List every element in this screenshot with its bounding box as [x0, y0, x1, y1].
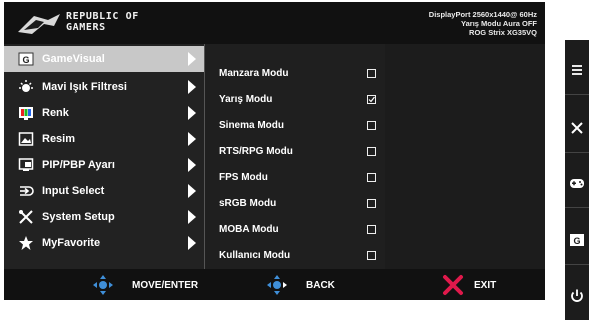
system-setup-icon	[19, 210, 33, 224]
status-model-line: ROG Strix XG35VQ	[469, 28, 537, 37]
checkbox[interactable]	[367, 225, 376, 234]
checkbox[interactable]	[367, 251, 376, 260]
move-enter-icon	[93, 275, 113, 295]
submenu-item-manzara[interactable]: Manzara Modu	[205, 60, 385, 86]
menu-button[interactable]	[565, 50, 589, 88]
gamevisual-submenu: Manzara Modu Yarış Modu Sinema Modu RTS/…	[204, 44, 386, 269]
checkbox[interactable]	[367, 199, 376, 208]
submenu-item-yaris[interactable]: Yarış Modu	[205, 86, 385, 112]
back-label: BACK	[306, 280, 335, 291]
checkbox[interactable]	[367, 121, 376, 130]
gamepad-icon	[570, 179, 584, 188]
submenu-label: Sinema Modu	[219, 120, 285, 131]
close-button[interactable]	[565, 108, 589, 146]
checkbox[interactable]	[367, 147, 376, 156]
gamevisual-icon: G	[18, 52, 34, 66]
chevron-right-icon	[188, 210, 196, 224]
menu-item-input-select[interactable]: Input Select	[4, 178, 204, 204]
menu-label: Mavi Işık Filtresi	[42, 81, 127, 93]
svg-text:G: G	[573, 236, 580, 246]
move-enter-label: MOVE/ENTER	[132, 280, 199, 291]
menu-item-blue-light[interactable]: Mavi Işık Filtresi	[4, 74, 204, 100]
menu-item-gamevisual[interactable]: G GameVisual	[4, 46, 204, 72]
submenu-item-sinema[interactable]: Sinema Modu	[205, 112, 385, 138]
separator	[565, 94, 589, 95]
input-select-icon	[20, 186, 34, 196]
chevron-right-icon	[188, 106, 196, 120]
checkbox[interactable]	[367, 69, 376, 78]
osd-window: REPUBLIC OF GAMERS DisplayPort 2560x1440…	[4, 2, 545, 300]
brand-name: REPUBLIC OF GAMERS	[66, 11, 139, 33]
menu-item-color[interactable]: Renk	[4, 100, 204, 126]
menu-item-image[interactable]: Resim	[4, 126, 204, 152]
brand-line-2: GAMERS	[66, 22, 106, 33]
checkmark-icon	[368, 96, 375, 103]
menu-icon	[572, 65, 582, 75]
submenu-label: Kullanıcı Modu	[219, 250, 291, 261]
menu-item-myfavorite[interactable]: MyFavorite	[4, 230, 204, 256]
image-icon	[18, 132, 34, 146]
detail-panel	[385, 44, 545, 269]
power-button[interactable]	[565, 276, 589, 314]
submenu-label: MOBA Modu	[219, 224, 279, 235]
chevron-right-icon	[188, 158, 196, 172]
submenu-item-rts-rpg[interactable]: RTS/RPG Modu	[205, 138, 385, 164]
brand-line-1: REPUBLIC OF	[66, 11, 139, 22]
osd-header: REPUBLIC OF GAMERS DisplayPort 2560x1440…	[4, 2, 545, 44]
osd-footer: MOVE/ENTER BACK EXIT	[4, 269, 545, 300]
menu-label: PIP/PBP Ayarı	[42, 159, 115, 171]
chevron-right-icon	[188, 236, 196, 250]
separator	[565, 152, 589, 153]
submenu-item-srgb[interactable]: sRGB Modu	[205, 190, 385, 216]
status-mode-line: Yarış Modu Aura OFF	[461, 19, 537, 28]
submenu-label: sRGB Modu	[219, 198, 277, 209]
power-icon	[571, 289, 583, 302]
back-icon	[267, 275, 287, 295]
menu-label: GameVisual	[42, 53, 105, 65]
submenu-item-kullanici[interactable]: Kullanıcı Modu	[205, 242, 385, 268]
checkbox-checked[interactable]	[367, 95, 376, 104]
gamevisual-icon: G	[570, 234, 584, 246]
gamepad-button[interactable]	[565, 163, 589, 201]
exit-label: EXIT	[474, 280, 497, 291]
submenu-label: RTS/RPG Modu	[219, 146, 293, 157]
submenu-label: Yarış Modu	[219, 94, 273, 105]
menu-label: System Setup	[42, 211, 115, 223]
blue-light-icon	[19, 80, 33, 92]
chevron-right-icon	[188, 184, 196, 198]
menu-label: Input Select	[42, 185, 105, 197]
submenu-item-fps[interactable]: FPS Modu	[205, 164, 385, 190]
side-button-panel: G	[565, 40, 589, 320]
gamevisual-button[interactable]: G	[565, 220, 589, 258]
chevron-right-icon	[188, 52, 196, 66]
pip-icon	[18, 158, 34, 171]
star-icon	[19, 236, 33, 250]
separator	[565, 264, 589, 265]
separator	[565, 207, 589, 208]
chevron-right-icon	[188, 132, 196, 146]
exit-icon	[443, 275, 463, 295]
submenu-label: FPS Modu	[219, 172, 268, 183]
status-input-line: DisplayPort 2560x1440@ 60Hz	[428, 10, 537, 19]
submenu-item-moba[interactable]: MOBA Modu	[205, 216, 385, 242]
color-icon	[19, 107, 33, 120]
svg-text:G: G	[22, 55, 29, 65]
menu-item-pip[interactable]: PIP/PBP Ayarı	[4, 152, 204, 178]
menu-label: Resim	[42, 133, 76, 145]
menu-item-system-setup[interactable]: System Setup	[4, 204, 204, 230]
submenu-label: Manzara Modu	[219, 68, 289, 79]
main-menu: G GameVisual Mavi Işık Filtresi Renk Res…	[4, 44, 204, 269]
menu-label: MyFavorite	[42, 237, 101, 249]
status-info: DisplayPort 2560x1440@ 60Hz Yarış Modu A…	[429, 10, 537, 37]
menu-label: Renk	[42, 107, 69, 119]
checkbox[interactable]	[367, 173, 376, 182]
close-icon	[571, 122, 583, 134]
chevron-right-icon	[188, 80, 196, 94]
